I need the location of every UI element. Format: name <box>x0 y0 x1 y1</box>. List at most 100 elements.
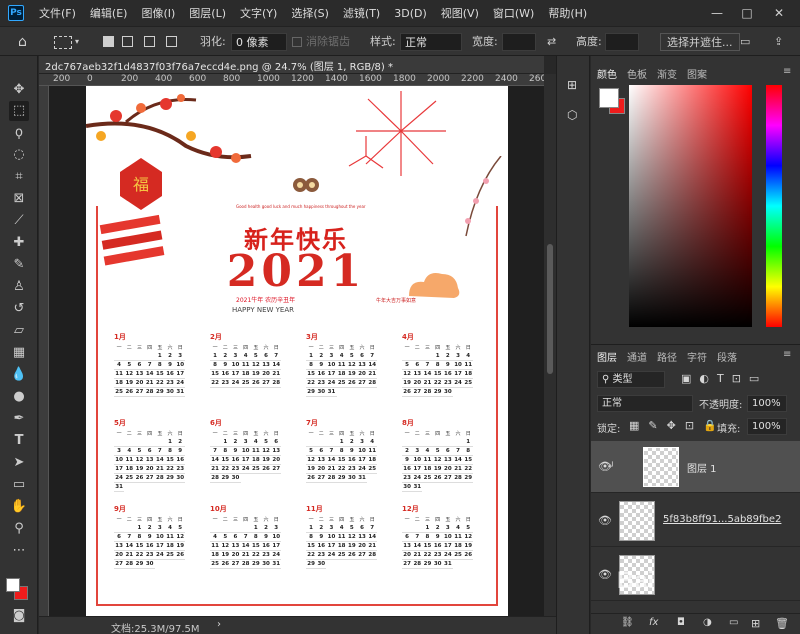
menu-filter[interactable]: 滤镜(T) <box>336 5 387 21</box>
fx-icon[interactable]: fx <box>649 617 658 628</box>
blend-mode-select[interactable]: 正常 <box>597 395 693 412</box>
scrollbar-thumb[interactable] <box>547 244 553 374</box>
dodge-tool-icon[interactable]: ● <box>9 387 29 407</box>
type-tool-icon[interactable]: T <box>9 431 29 451</box>
brush-tool-icon[interactable]: ✎ <box>9 255 29 275</box>
adjustment-layer-icon[interactable]: ◑ <box>703 617 712 628</box>
menu-view[interactable]: 视图(V) <box>434 5 486 21</box>
layer-filter-icons[interactable]: ▣◐T⊡▭ <box>681 372 767 385</box>
tab-swatches[interactable]: 色板 <box>627 66 647 81</box>
menu-3d[interactable]: 3D(D) <box>387 7 434 20</box>
history-brush-icon[interactable]: ↺ <box>9 299 29 319</box>
layer-name[interactable]: 图层 1 <box>687 460 717 475</box>
eraser-tool-icon[interactable]: ▱ <box>9 321 29 341</box>
3d-panel-icon[interactable]: ⬡ <box>567 108 577 122</box>
menu-select[interactable]: 选择(S) <box>284 5 336 21</box>
quick-mask-icon[interactable]: ◙ <box>9 606 29 626</box>
chevron-down-icon[interactable]: ▾ <box>75 33 79 51</box>
eye-icon[interactable]: 👁 <box>598 514 612 527</box>
maximize-button[interactable]: □ <box>738 4 756 22</box>
layer-row[interactable]: 👁 5f83b8ff91...5ab89fbe2 <box>591 495 800 547</box>
add-mask-icon[interactable]: ◘ <box>677 617 685 628</box>
tab-channels[interactable]: 通道 <box>627 349 647 364</box>
vertical-scrollbar[interactable] <box>544 74 556 616</box>
more-tools-icon[interactable]: ⋯ <box>9 541 29 561</box>
minimize-button[interactable]: — <box>708 4 726 22</box>
menu-image[interactable]: 图像(I) <box>134 5 182 21</box>
marquee-tool-icon[interactable]: ⬚ <box>9 101 29 121</box>
zoom-tool-icon[interactable]: ⚲ <box>9 519 29 539</box>
swap-icon[interactable]: ⇄ <box>547 33 556 51</box>
eyedropper-tool-icon[interactable]: ⟋ <box>9 211 29 231</box>
canvas-area[interactable]: 福 Good health good luck and much happine… <box>49 86 544 616</box>
foreground-color-chip[interactable] <box>599 88 619 108</box>
lasso-tool-icon[interactable]: ϙ <box>9 123 29 143</box>
menu-window[interactable]: 窗口(W) <box>486 5 541 21</box>
marquee-tool-preset-icon[interactable] <box>54 36 72 49</box>
poster-document[interactable]: 福 Good health good luck and much happine… <box>86 86 508 616</box>
blur-tool-icon[interactable]: 💧 <box>9 365 29 385</box>
menu-type[interactable]: 文字(Y) <box>233 5 284 21</box>
fill-input[interactable]: 100% <box>747 418 787 435</box>
add-to-selection-icon[interactable] <box>122 36 133 47</box>
hue-slider[interactable] <box>766 85 782 327</box>
quick-select-tool-icon[interactable]: ◌ <box>9 145 29 165</box>
new-group-icon[interactable]: ▭ <box>729 617 738 628</box>
gradient-tool-icon[interactable]: ▦ <box>9 343 29 363</box>
healing-brush-icon[interactable]: ✚ <box>9 233 29 253</box>
share-icon[interactable]: ⇪ <box>774 33 783 51</box>
clone-stamp-icon[interactable]: ♙ <box>9 277 29 297</box>
tab-color[interactable]: 颜色 <box>597 66 617 81</box>
rectangle-tool-icon[interactable]: ▭ <box>9 475 29 495</box>
home-icon[interactable]: ⌂ <box>18 33 27 51</box>
eye-icon[interactable]: 👁 <box>598 568 612 581</box>
opacity-input[interactable]: 100% <box>747 395 787 412</box>
color-saturation-field[interactable] <box>629 85 752 327</box>
feather-input[interactable]: 0 像素 <box>231 33 287 51</box>
subtract-selection-icon[interactable] <box>144 36 155 47</box>
day-cell: 4 <box>210 533 221 542</box>
menu-layer[interactable]: 图层(L) <box>182 5 233 21</box>
layer-row[interactable]: 👁 ↲ 图层 1 <box>591 441 800 493</box>
tab-paragraph[interactable]: 段落 <box>717 349 737 364</box>
frame-tool-icon[interactable]: ⊠ <box>9 189 29 209</box>
pen-tool-icon[interactable]: ✒ <box>9 409 29 429</box>
menu-edit[interactable]: 编辑(E) <box>83 5 135 21</box>
tab-gradients[interactable]: 渐变 <box>657 66 677 81</box>
foreground-color-swatch[interactable] <box>6 578 20 592</box>
history-panel-icon[interactable]: ⊞ <box>567 78 577 92</box>
day-cell: 12 <box>220 543 231 551</box>
tab-paths[interactable]: 路径 <box>657 349 677 364</box>
menu-file[interactable]: 文件(F) <box>32 5 83 21</box>
tab-layers[interactable]: 图层 <box>597 349 617 364</box>
style-select[interactable]: 正常 <box>400 33 462 51</box>
tab-patterns[interactable]: 图案 <box>687 66 707 81</box>
hand-tool-icon[interactable]: ✋ <box>9 497 29 517</box>
workspace-icon[interactable]: ▭ <box>740 33 750 51</box>
menu-help[interactable]: 帮助(H) <box>541 5 594 21</box>
day-cell: 9 <box>164 361 176 370</box>
close-button[interactable]: ✕ <box>770 4 788 22</box>
layer-name[interactable]: 5f83b8ff91...5ab89fbe2 <box>663 514 781 525</box>
layers-menu-icon[interactable]: ≡ <box>783 349 791 360</box>
select-and-mask-button[interactable]: 选择并遮住... <box>660 33 740 51</box>
status-chevron-icon[interactable]: › <box>217 619 221 630</box>
antialias-checkbox[interactable] <box>292 37 302 47</box>
tab-character[interactable]: 字符 <box>687 349 707 364</box>
lock-icons[interactable]: ▦✎✥⊡🔒 <box>629 419 726 432</box>
new-selection-icon[interactable] <box>103 36 114 47</box>
intersect-selection-icon[interactable] <box>166 36 177 47</box>
link-layers-icon[interactable]: ⛓ <box>621 617 634 628</box>
new-layer-icon[interactable]: ⊞ <box>751 617 760 630</box>
layer-filter-select[interactable]: ⚲ 类型 <box>597 371 665 388</box>
trash-icon[interactable]: 🗑 <box>775 617 789 630</box>
document-tab[interactable]: 2dc767aeb32f1d4837f03f76a7eccd4e.png @ 2… <box>39 56 544 74</box>
day-grid: 1 2 3 4 5 6 7 8 9 10 11 12 13 14 15 16 17 18 19 20 21 22 23 24 2… <box>210 352 282 388</box>
day-cell: 25 <box>452 552 464 560</box>
height-input[interactable] <box>605 33 639 51</box>
path-select-tool-icon[interactable]: ➤ <box>9 453 29 473</box>
move-tool-icon[interactable]: ✥ <box>9 80 29 100</box>
width-input[interactable] <box>502 33 536 51</box>
crop-tool-icon[interactable]: ⌗ <box>9 167 29 187</box>
panel-menu-icon[interactable]: ≡ <box>783 66 791 77</box>
